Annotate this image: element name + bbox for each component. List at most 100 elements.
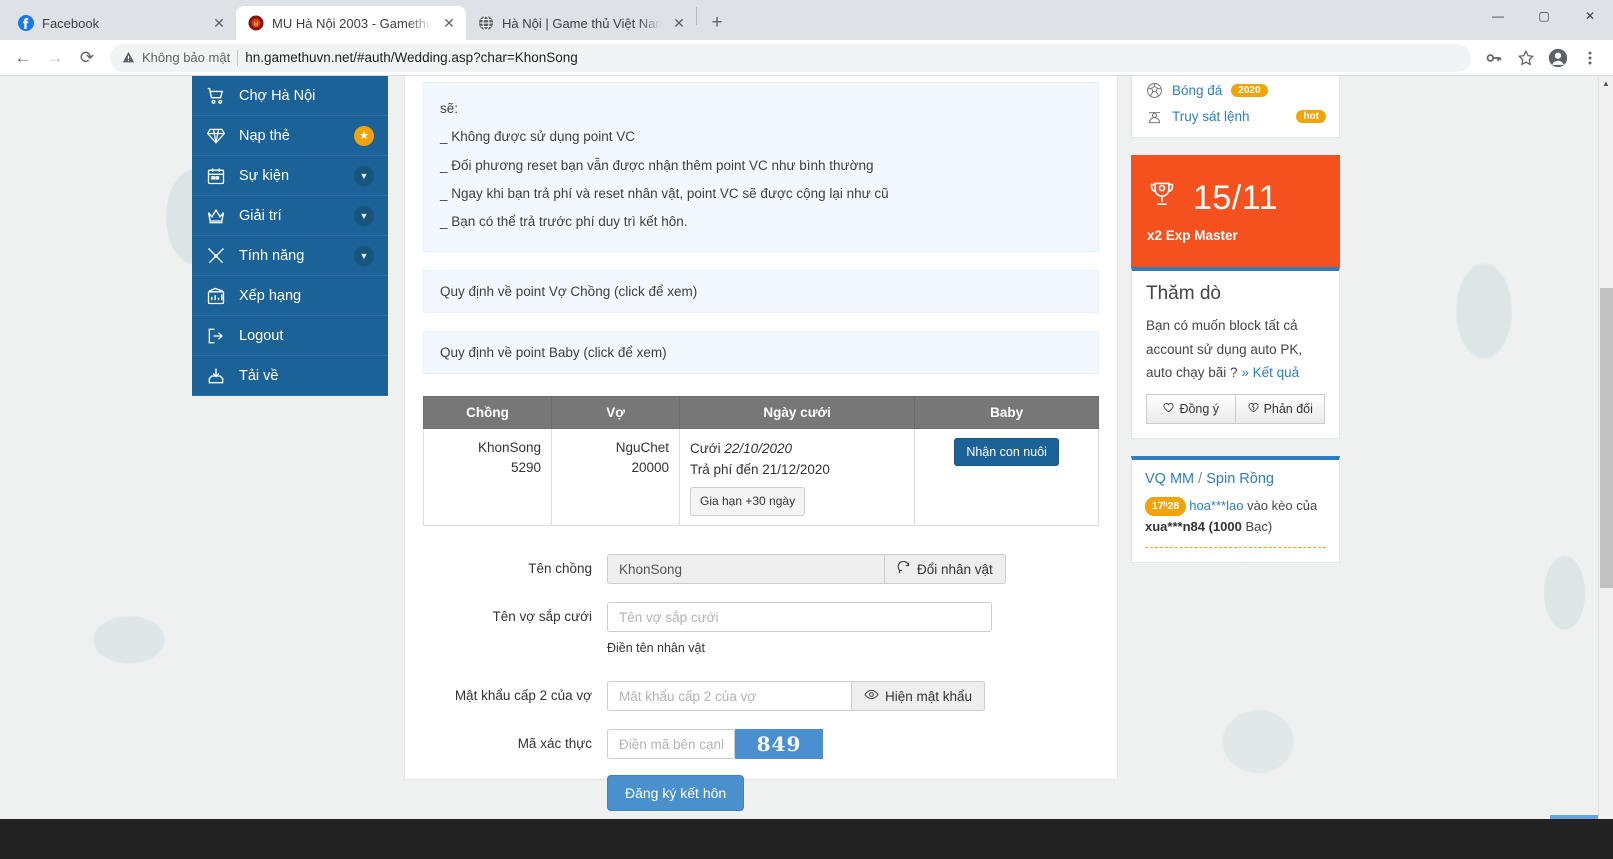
browser-tab-mu-hanoi[interactable]: M MU Hà Nội 2003 - GamethuVN.n ✕ <box>236 6 466 40</box>
close-icon[interactable]: ✕ <box>670 14 688 32</box>
sidebar-item-label: Tải về <box>239 368 374 384</box>
poll-disagree-button[interactable]: Phản đối <box>1236 394 1326 424</box>
paid-until-text: Trả phí đến 21/12/2020 <box>690 459 904 481</box>
minimize-button[interactable]: — <box>1475 0 1521 32</box>
wife-field-help: Điền tên nhân vật <box>607 641 1117 655</box>
form-row-captcha: Mã xác thực 849 <box>415 729 1117 759</box>
collapsible-baby[interactable]: Quy định về point Baby (click để xem) <box>423 331 1099 374</box>
wife-name-input[interactable] <box>607 602 992 632</box>
husband-name-input[interactable]: KhonSong <box>607 554 885 584</box>
page-scrollbar[interactable]: ▲ ▼ <box>1598 76 1613 859</box>
sidebar-item-label: Nạp thẻ <box>239 128 341 144</box>
time-badge: 17ʰ28 <box>1145 497 1186 516</box>
security-label: Không bảo mật <box>142 50 230 65</box>
chevron-down-icon[interactable]: ▼ <box>354 206 374 226</box>
husband-name[interactable]: KhonSong <box>434 438 541 458</box>
form-row-password: Mật khẩu cấp 2 của vợ Hiện mật khẩu <box>415 681 1117 711</box>
maximize-button[interactable]: ▢ <box>1521 0 1567 32</box>
wedding-table: Chồng Vợ Ngày cưới Baby KhonSong 5290 Ng… <box>423 396 1099 526</box>
main-content-panel: sẽ: _ Không được sử dụng point VC _ Đối … <box>404 76 1118 780</box>
download-icon <box>206 366 226 386</box>
browser-tab-gamethu[interactable]: Hà Nội | Game thủ Việt Nam- MU ✕ <box>466 6 696 40</box>
page-footer <box>0 819 1613 859</box>
close-icon[interactable]: ✕ <box>210 14 228 32</box>
sidebar-item-nap-the[interactable]: Nạp thẻ ★ <box>192 116 388 156</box>
year-badge: 2020 <box>1231 84 1267 97</box>
sidebar-item-tinh-nang[interactable]: Tính năng ▼ <box>192 236 388 276</box>
notice-line: _ Ngay khi bạn trả phí và reset nhân vật… <box>440 180 1082 208</box>
husband-field-control: KhonSong Đổi nhân vật <box>607 554 1117 584</box>
event-date: 15/11 <box>1193 179 1278 218</box>
reload-button[interactable]: ⟳ <box>72 43 102 73</box>
window-controls: — ▢ ✕ <box>1475 0 1613 32</box>
poll-agree-button[interactable]: Đồng ý <box>1146 394 1236 424</box>
back-button[interactable]: ← <box>8 43 38 73</box>
cart-icon <box>206 86 226 106</box>
right-link-truy-sat-lenh[interactable]: Truy sát lệnh hot <box>1132 103 1339 129</box>
collapsible-vo-chong[interactable]: Quy định về point Vợ Chồng (click để xem… <box>423 270 1099 313</box>
address-bar[interactable]: Không bảo mật hn.gamethuvn.net/#auth/Wed… <box>110 44 1471 72</box>
poll-buttons: Đồng ý Phản đối <box>1146 394 1325 424</box>
chevron-down-icon[interactable]: ▼ <box>354 166 374 186</box>
not-secure-warning-icon <box>122 51 135 64</box>
password-field-label: Mật khẩu cấp 2 của vợ <box>415 681 607 703</box>
close-window-button[interactable]: ✕ <box>1567 0 1613 32</box>
password-field-control: Hiện mật khẩu <box>607 681 1117 711</box>
close-icon[interactable]: ✕ <box>440 14 458 32</box>
spin-amount: (1000 <box>1209 519 1242 534</box>
calendar-icon <box>206 166 226 186</box>
sidebar-item-su-kien[interactable]: Sự kiện ▼ <box>192 156 388 196</box>
submit-spacer <box>415 775 607 782</box>
change-character-button[interactable]: Đổi nhân vật <box>885 554 1006 584</box>
spin-user-link[interactable]: hoa***lao <box>1189 498 1243 513</box>
hot-badge: hot <box>1296 110 1326 123</box>
sidebar-item-label: Tính năng <box>239 248 341 264</box>
spin-card: VQ MM / Spin Rồng 17ʰ28hoa***lao vào kèo… <box>1131 456 1340 563</box>
column-header-wedding-date: Ngày cưới <box>680 396 915 428</box>
sidebar-item-tai-ve[interactable]: Tải về <box>192 356 388 396</box>
right-link-bong-da[interactable]: Bóng đá 2020 <box>1132 77 1339 103</box>
browser-tab-facebook[interactable]: Facebook ✕ <box>6 6 236 40</box>
adopt-child-button[interactable]: Nhận con nuôi <box>954 438 1059 466</box>
sidebar-item-logout[interactable]: Logout <box>192 316 388 356</box>
cell-baby: Nhận con nuôi <box>915 428 1099 525</box>
star-icon[interactable] <box>1511 43 1541 73</box>
sidebar-item-cho-ha-noi[interactable]: Chợ Hà Nội <box>192 76 388 116</box>
captcha-field-label: Mã xác thực <box>415 729 607 751</box>
scrollbar-thumb[interactable] <box>1600 288 1613 588</box>
globe-icon <box>478 15 494 31</box>
sidebar-item-label: Sự kiện <box>239 168 341 184</box>
cell-wife: NguChet 20000 <box>552 428 680 525</box>
sidebar-item-giai-tri[interactable]: Giải trí ▼ <box>192 196 388 236</box>
sidebar-item-xep-hang[interactable]: Xếp hạng <box>192 276 388 316</box>
wife-name[interactable]: NguChet <box>562 438 669 458</box>
show-password-button[interactable]: Hiện mật khẩu <box>852 681 985 711</box>
register-marriage-button[interactable]: Đăng ký kết hôn <box>607 775 744 811</box>
profile-icon[interactable] <box>1543 43 1573 73</box>
key-icon[interactable] <box>1479 43 1509 73</box>
form-row-wife: Tên vợ sắp cưới Điền tên nhân vật <box>415 602 1117 655</box>
scrollbar-up-arrow[interactable]: ▲ <box>1599 76 1613 91</box>
notice-line: _ Đối phương reset bạn vẫn được nhận thê… <box>440 152 1082 180</box>
wife-password-input[interactable] <box>607 681 852 711</box>
table-row: KhonSong 5290 NguChet 20000 Cưới 22/10/2… <box>424 428 1099 525</box>
forward-button[interactable]: → <box>40 43 70 73</box>
spin-card-title: VQ MM / Spin Rồng <box>1145 471 1326 487</box>
spin-title-vq-mm[interactable]: VQ MM <box>1145 471 1194 487</box>
extend-button[interactable]: Gia hạn +30 ngày <box>690 487 805 516</box>
poll-question-wrap: Bạn có muốn block tất cả account sử dụng… <box>1146 314 1325 385</box>
poll-result-link[interactable]: » Kết quả <box>1241 365 1299 380</box>
wedding-date-value: 22/10/2020 <box>724 441 792 456</box>
diamond-icon <box>206 126 226 146</box>
new-tab-button[interactable]: + <box>703 9 731 37</box>
kebab-menu-icon[interactable] <box>1575 43 1605 73</box>
captcha-input[interactable] <box>607 729 735 759</box>
captcha-image: 849 <box>735 729 823 759</box>
notice-line: sẽ: <box>440 95 1082 123</box>
chevron-down-icon[interactable]: ▼ <box>354 246 374 266</box>
event-banner[interactable]: 15/11 x2 Exp Master <box>1131 155 1340 267</box>
poll-disagree-label: Phản đối <box>1264 402 1313 416</box>
sidebar-item-label: Logout <box>239 328 374 344</box>
spin-title-spin-rong[interactable]: Spin Rồng <box>1206 471 1274 487</box>
submit-control: Đăng ký kết hôn <box>607 775 1117 811</box>
